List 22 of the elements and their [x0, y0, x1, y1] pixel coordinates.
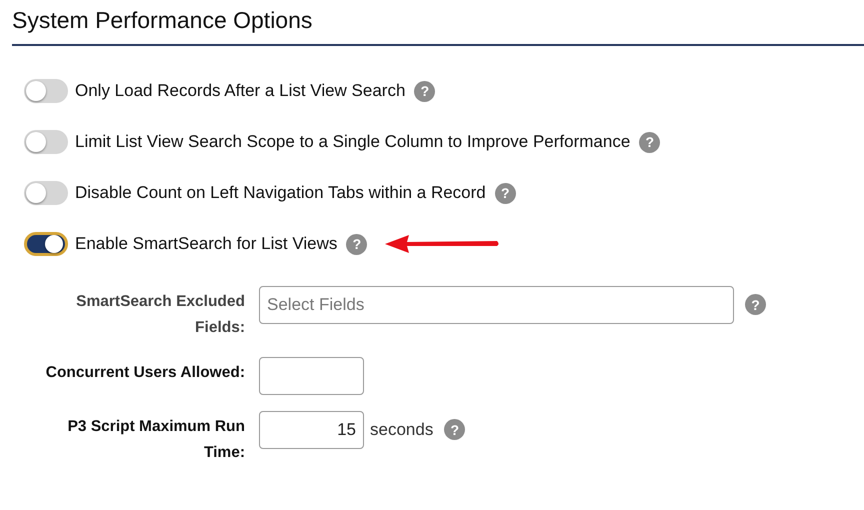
toggle-label: Limit List View Search Scope to a Single Column to Improve Performance	[75, 132, 630, 152]
field-label: Concurrent Users Allowed:	[44, 363, 245, 383]
select-field[interactable]: Select Fields	[259, 286, 734, 324]
input-field[interactable]	[259, 357, 364, 395]
toggle-label: Disable Count on Left Navigation Tabs within a Record	[75, 183, 486, 203]
help-icon[interactable]: ?	[494, 182, 516, 204]
toggle-switch[interactable]	[24, 181, 68, 205]
toggle-label: Enable SmartSearch for List Views	[75, 234, 338, 254]
unit-label: seconds	[370, 419, 434, 441]
help-icon[interactable]: ?	[414, 80, 436, 102]
field-label: SmartSearch Excluded Fields:	[75, 292, 245, 338]
help-icon[interactable]: ?	[444, 419, 466, 440]
toggle-label: Only Load Records After a List View Search	[75, 81, 406, 101]
toggle-switch[interactable]	[24, 79, 68, 103]
help-icon[interactable]: ?	[745, 294, 766, 315]
toggle-switch[interactable]	[24, 232, 68, 256]
page-title: System Performance Options	[12, 0, 864, 46]
help-icon[interactable]: ?	[639, 132, 660, 152]
field-label: P3 Script Maximum Run Time:	[66, 417, 245, 463]
input-field[interactable]: 15	[259, 411, 364, 449]
toggle-switch[interactable]	[24, 130, 68, 154]
help-icon[interactable]: ?	[346, 234, 368, 254]
